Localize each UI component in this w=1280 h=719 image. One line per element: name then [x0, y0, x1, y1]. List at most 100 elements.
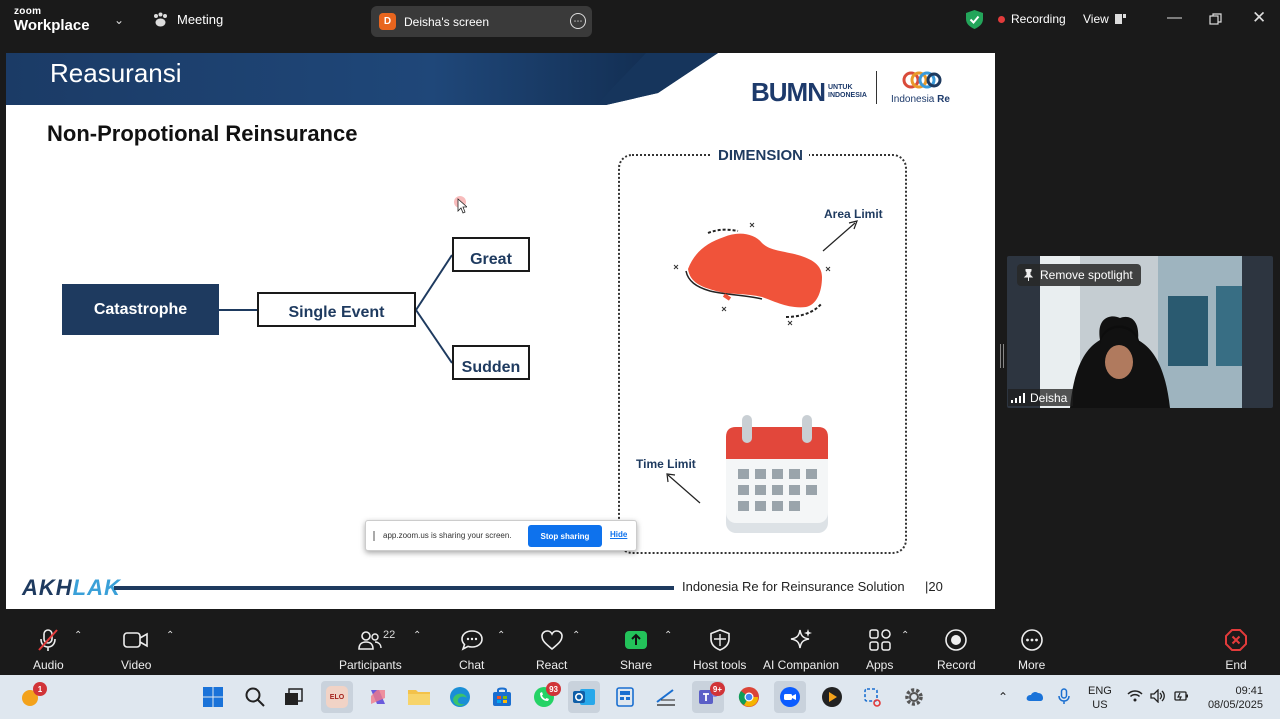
participants-label: Participants	[339, 658, 402, 672]
share-label: Share	[620, 658, 653, 672]
stop-sharing-button[interactable]: Stop sharing	[528, 525, 602, 547]
screen-share-pill[interactable]: D Deisha's screen ⋯	[371, 6, 592, 37]
volume-icon[interactable]	[1150, 689, 1166, 703]
chat-button[interactable]: Chat	[459, 628, 484, 672]
node-single-event: Single Event	[257, 292, 416, 327]
video-label: Video	[121, 658, 152, 672]
node-catastrophe: Catastrophe	[62, 284, 219, 335]
recording-indicator[interactable]: Recording	[998, 12, 1066, 26]
edge-browser-button[interactable]	[444, 681, 476, 713]
more-button[interactable]: More	[1018, 628, 1045, 672]
weather-badge: 1	[33, 682, 47, 696]
view-menu[interactable]: View	[1083, 12, 1127, 26]
apps-button[interactable]: Apps	[866, 628, 893, 672]
file-explorer-button[interactable]	[403, 681, 435, 713]
paw-icon	[154, 12, 167, 27]
apps-options-caret-icon[interactable]: ⌃	[901, 630, 909, 641]
unpin-icon	[1023, 269, 1034, 281]
participants-options-caret-icon[interactable]: ⌃	[413, 630, 421, 641]
outlook-button[interactable]	[568, 681, 600, 713]
share-button[interactable]: Share	[620, 628, 652, 672]
drag-handle-icon[interactable]	[373, 530, 375, 541]
participants-count: 22	[383, 629, 396, 641]
meeting-toolbar: Audio ⌃ Video ⌃ Participants 22 ⌃ Chat ⌃…	[0, 618, 1280, 674]
close-icon[interactable]: ✕	[1252, 8, 1266, 28]
host-tools-label: Host tools	[693, 658, 747, 672]
settings-button[interactable]	[898, 681, 930, 713]
hide-link[interactable]: Hide	[610, 530, 627, 539]
react-label: React	[536, 658, 568, 672]
restore-icon[interactable]	[1209, 13, 1222, 26]
react-options-caret-icon[interactable]: ⌃	[572, 630, 580, 641]
bumn-logo-text: BUMN	[751, 77, 826, 107]
zoom-workplace-logo[interactable]: zoom Workplace	[14, 6, 90, 34]
chat-options-caret-icon[interactable]: ⌃	[497, 630, 505, 641]
show-hidden-icons-chevron-icon[interactable]: ⌃	[998, 675, 1008, 719]
panel-resize-handle[interactable]	[1000, 344, 1004, 368]
teams-button[interactable]: 9+	[692, 681, 725, 713]
chat-bubble-icon	[460, 630, 483, 651]
sharer-avatar: D	[379, 13, 396, 30]
minimize-icon[interactable]: —	[1167, 9, 1182, 26]
slide-heading: Non-Propotional Reinsurance	[47, 121, 358, 146]
record-label: Record	[937, 658, 976, 672]
wifi-icon[interactable]	[1127, 689, 1143, 702]
react-button[interactable]: React	[536, 628, 567, 672]
ai-companion-label: AI Companion	[763, 658, 840, 672]
start-button[interactable]	[197, 681, 229, 713]
akhlak-logo: AKHLAK	[22, 575, 121, 600]
media-player-button[interactable]	[816, 681, 848, 713]
view-label: View	[1083, 12, 1109, 26]
remove-spotlight-button[interactable]: Remove spotlight	[1017, 264, 1141, 286]
task-view-button[interactable]	[278, 681, 310, 713]
node-sudden: Sudden	[452, 345, 530, 380]
store-button[interactable]	[486, 681, 518, 713]
whatsapp-badge: 93	[546, 682, 561, 696]
record-button[interactable]: Record	[937, 628, 976, 672]
slide-title: Reasuransi	[50, 58, 182, 88]
notes-app-button[interactable]	[650, 681, 682, 713]
remote-cursor-icon	[454, 196, 467, 214]
pen-lines-icon	[656, 689, 675, 706]
microphone-tray-icon[interactable]	[1058, 688, 1070, 705]
snipping-tool-button[interactable]	[857, 681, 889, 713]
system-clock[interactable]: 09:41 08/05/2025	[1203, 684, 1263, 712]
elo-app-button[interactable]: ELO	[321, 681, 353, 713]
audio-options-caret-icon[interactable]: ⌃	[74, 630, 82, 641]
input-language-indicator[interactable]: ENG US	[1088, 684, 1112, 712]
more-label: More	[1018, 658, 1046, 672]
more-options-icon[interactable]: ⋯	[570, 13, 586, 29]
windows-logo-icon	[203, 687, 223, 707]
share-options-caret-icon[interactable]: ⌃	[664, 630, 672, 641]
weather-widget-icon[interactable]: 1	[14, 681, 47, 713]
chevron-down-icon[interactable]: ⌄	[114, 13, 124, 27]
zoom-taskbar-button[interactable]	[774, 681, 806, 713]
onedrive-cloud-icon[interactable]	[1026, 690, 1044, 702]
chrome-icon	[738, 687, 759, 707]
copilot-icon	[371, 690, 385, 704]
ai-companion-button[interactable]: AI Companion	[763, 628, 839, 672]
encryption-shield-icon[interactable]	[966, 10, 983, 29]
battery-plug-icon[interactable]	[1174, 689, 1190, 703]
indonesia-re-logo-text: Indonesia Re	[891, 94, 950, 105]
elo-app-icon: ELO	[326, 686, 348, 708]
audio-button[interactable]: Audio	[33, 628, 64, 672]
sharing-notification-bar: app.zoom.us is sharing your screen. Stop…	[365, 520, 637, 551]
video-options-caret-icon[interactable]: ⌃	[166, 630, 174, 641]
copilot-button[interactable]	[362, 681, 394, 713]
gear-icon	[905, 688, 923, 706]
chat-label: Chat	[459, 658, 485, 672]
outlook-icon	[573, 689, 595, 705]
video-button[interactable]: Video	[121, 628, 151, 672]
whatsapp-button[interactable]: 93	[528, 681, 561, 713]
calculator-app-button[interactable]	[609, 681, 641, 713]
meeting-menu[interactable]: Meeting	[152, 12, 223, 27]
chrome-button[interactable]	[733, 681, 765, 713]
end-button[interactable]: End	[1224, 628, 1248, 672]
taskbar-search-button[interactable]	[239, 681, 271, 713]
logo-small-text: zoom	[14, 6, 42, 17]
recording-dot-icon	[998, 15, 1005, 23]
windows-taskbar: 1 ELO 93 9+ ⌃ ENG US 09:41 08/05/2025	[0, 675, 1280, 719]
indonesia-re-logo-icon	[902, 71, 942, 89]
host-tools-button[interactable]: Host tools	[693, 628, 746, 672]
